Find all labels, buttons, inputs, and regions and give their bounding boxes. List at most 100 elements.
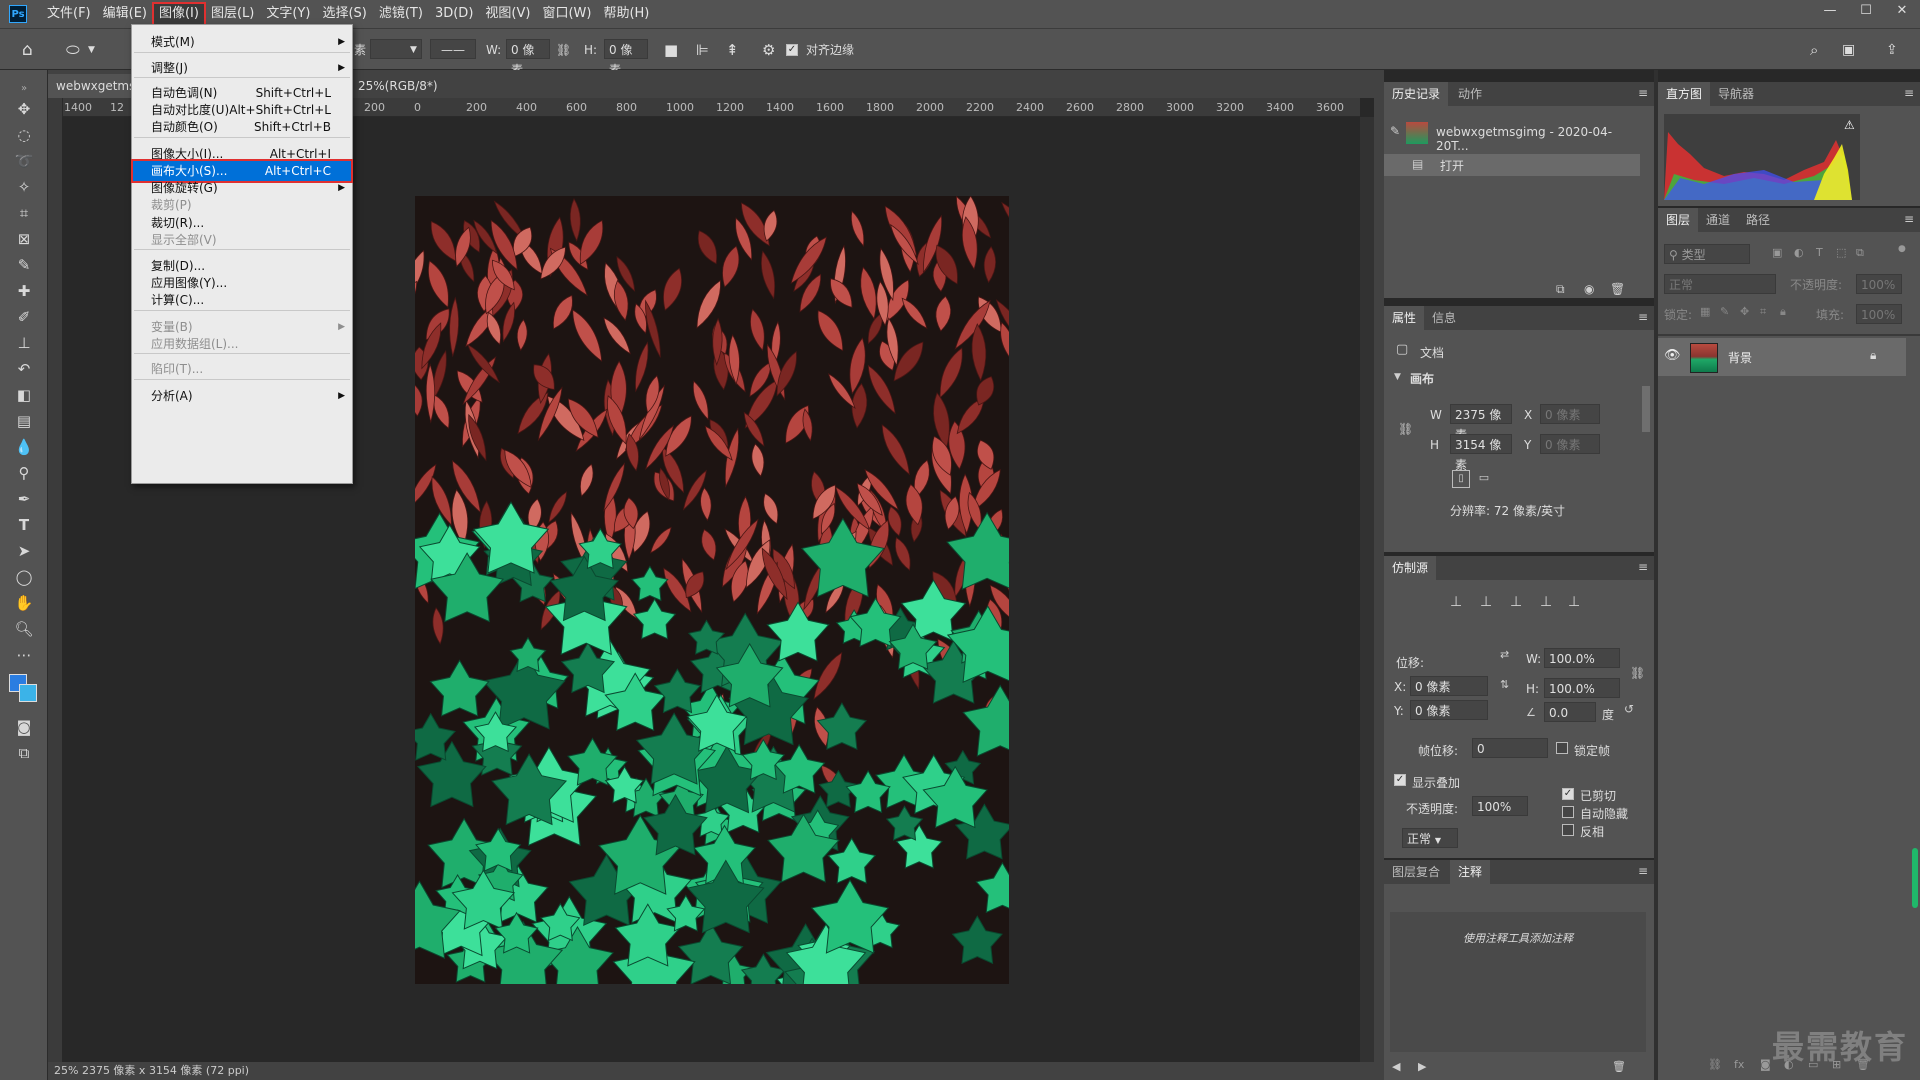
maximize-button[interactable]: ☐ xyxy=(1848,0,1884,22)
clone-width-field[interactable]: 100.0% xyxy=(1544,648,1620,668)
menu-layer[interactable]: 图层(L) xyxy=(205,3,260,25)
clone-height-field[interactable]: 100.0% xyxy=(1544,678,1620,698)
clone-source-1-icon[interactable]: ⊥ xyxy=(1450,594,1462,610)
path-arrangement-icon[interactable]: ⇞ xyxy=(726,39,739,61)
reset-transform-icon[interactable]: ↺ xyxy=(1624,702,1634,716)
lock-frame-checkbox[interactable] xyxy=(1556,742,1568,754)
minimize-button[interactable]: — xyxy=(1812,0,1848,22)
menu-image[interactable]: 图像(I) xyxy=(151,2,206,26)
link-layers-icon[interactable]: ⛓ xyxy=(1708,1058,1722,1071)
layer-filter-select[interactable]: ⚲ 类型 xyxy=(1664,244,1750,264)
clone-angle-field[interactable]: 0.0 xyxy=(1544,702,1596,722)
canvas-scrollbar[interactable] xyxy=(1360,117,1374,1062)
path-selection-tool-icon[interactable]: ➤ xyxy=(11,540,37,562)
history-step-row[interactable]: ▤ 打开 xyxy=(1384,154,1640,176)
menu-help[interactable]: 帮助(H) xyxy=(597,3,655,25)
filter-type-icon[interactable]: T xyxy=(1816,246,1823,259)
layer-row-background[interactable]: 👁︎ 背景 🔒︎ xyxy=(1658,338,1906,376)
next-note-icon[interactable]: ▶ xyxy=(1418,1060,1426,1073)
path-alignment-icon[interactable]: ⊫ xyxy=(696,39,709,61)
screen-mode-icon[interactable]: ⧉ xyxy=(11,742,37,764)
tab-channels[interactable]: 通道 xyxy=(1698,208,1738,232)
ellipse-tool-preset-icon[interactable]: ⬭ xyxy=(66,39,80,61)
zoom-tool-icon[interactable]: 🔍︎ xyxy=(11,618,37,640)
tab-history[interactable]: 历史记录 xyxy=(1384,82,1449,106)
panel-menu-icon[interactable]: ≡ xyxy=(1904,212,1914,226)
overlay-blend-select[interactable]: 正常 ▼ xyxy=(1402,828,1458,848)
link-icon[interactable]: ⛓ xyxy=(1630,666,1645,680)
filter-shape-icon[interactable]: ⬚ xyxy=(1836,246,1846,259)
clone-source-3-icon[interactable]: ⊥ xyxy=(1510,594,1522,610)
pen-tool-icon[interactable]: ✒ xyxy=(11,488,37,510)
link-icon[interactable]: ⛓ xyxy=(1398,422,1413,436)
canvas-height-field[interactable]: 3154 像素 xyxy=(1450,434,1512,472)
panel-menu-icon[interactable]: ≡ xyxy=(1638,560,1648,574)
workspace-icon[interactable]: ▣ xyxy=(1842,39,1855,61)
blur-tool-icon[interactable]: 💧 xyxy=(11,436,37,458)
lock-transparent-icon[interactable]: ▦ xyxy=(1700,305,1710,318)
path-operations-icon[interactable]: ■ xyxy=(664,39,678,61)
menu-window[interactable]: 窗口(W) xyxy=(536,3,597,25)
menu-view[interactable]: 视图(V) xyxy=(479,3,536,25)
hand-tool-icon[interactable]: ✋ xyxy=(11,592,37,614)
tab-notes[interactable]: 注释 xyxy=(1450,860,1491,884)
properties-scrollbar[interactable] xyxy=(1642,386,1650,432)
layer-blend-mode-select[interactable]: 正常 xyxy=(1664,274,1776,294)
magic-wand-tool-icon[interactable]: ✧ xyxy=(11,176,37,198)
image-menu-item-4[interactable]: 自动颜色(O) Shift+Ctrl+B xyxy=(133,117,351,137)
image-menu-item-0[interactable]: 模式(M) ▶ xyxy=(133,32,351,52)
menu-file[interactable]: 文件(F) xyxy=(41,3,97,25)
tab-clone-source[interactable]: 仿制源 xyxy=(1384,556,1437,580)
image-menu-item-1[interactable]: 调整(J) ▶ xyxy=(133,58,351,78)
landscape-orientation-icon[interactable]: ▭ xyxy=(1476,470,1492,486)
canvas-y-field[interactable]: 0 像素 xyxy=(1540,434,1600,454)
cache-warning-icon[interactable]: ⚠ xyxy=(1844,118,1855,132)
search-icon[interactable]: ⌕ xyxy=(1810,39,1818,61)
height-field[interactable]: 0 像素 xyxy=(604,39,648,77)
lock-all-icon[interactable]: 🔒︎ xyxy=(1780,305,1786,319)
crop-tool-icon[interactable]: ⌗ xyxy=(11,202,37,224)
history-snapshot-row[interactable]: ✎ webwxgetmsgimg - 2020-04-20T... xyxy=(1384,116,1640,153)
tab-actions[interactable]: 动作 xyxy=(1450,82,1490,106)
menu-select[interactable]: 选择(S) xyxy=(316,3,372,25)
background-color-swatch[interactable] xyxy=(19,684,37,702)
share-icon[interactable]: ⇪ xyxy=(1886,39,1898,61)
layer-style-icon[interactable]: fx xyxy=(1734,1058,1744,1071)
gradient-tool-icon[interactable]: ▤ xyxy=(11,410,37,432)
portrait-orientation-icon[interactable]: ▯ xyxy=(1452,470,1470,488)
panel-menu-icon[interactable]: ≡ xyxy=(1638,310,1648,324)
trash-icon[interactable]: 🗑︎ xyxy=(1612,1060,1626,1073)
menu-edit[interactable]: 编辑(E) xyxy=(97,3,153,25)
chevron-down-icon[interactable]: ▼ xyxy=(1394,372,1401,382)
panel-menu-icon[interactable]: ≡ xyxy=(1638,864,1648,878)
canvas-width-field[interactable]: 2375 像素 xyxy=(1450,404,1512,442)
menu-3d[interactable]: 3D(D) xyxy=(429,3,479,25)
canvas-x-field[interactable]: 0 像素 xyxy=(1540,404,1600,424)
tab-histogram[interactable]: 直方图 xyxy=(1658,82,1711,106)
clipped-checkbox[interactable]: ✓ xyxy=(1562,788,1574,800)
ellipse-tool-icon[interactable]: ◯ xyxy=(11,566,37,588)
flip-vertical-icon[interactable]: ⇅ xyxy=(1500,678,1509,691)
chevron-down-icon[interactable]: ▼ xyxy=(88,39,95,61)
stroke-type-select[interactable]: —— xyxy=(430,39,476,59)
overlay-opacity-field[interactable]: 100% xyxy=(1472,796,1528,816)
width-field[interactable]: 0 像素 xyxy=(506,39,550,77)
menu-filter[interactable]: 滤镜(T) xyxy=(373,3,429,25)
add-mask-icon[interactable]: ◙ xyxy=(1760,1058,1771,1071)
filter-smart-object-icon[interactable]: ⧉ xyxy=(1856,246,1864,260)
gear-icon[interactable]: ⚙ xyxy=(762,39,775,61)
scroll-indicator[interactable] xyxy=(1912,848,1918,908)
tab-layer-comps[interactable]: 图层复合 xyxy=(1384,860,1448,884)
document-tab-2-label[interactable]: 25%(RGB/8*) × xyxy=(350,74,448,117)
new-document-icon[interactable]: ⧉ xyxy=(1556,282,1565,297)
frame-offset-field[interactable]: 0 xyxy=(1472,738,1548,758)
panel-menu-icon[interactable]: ≡ xyxy=(1904,86,1914,100)
eraser-tool-icon[interactable]: ◧ xyxy=(11,384,37,406)
previous-note-icon[interactable]: ◀ xyxy=(1392,1060,1400,1073)
more-tools-icon[interactable]: ⋯ xyxy=(11,644,37,666)
panel-menu-icon[interactable]: ≡ xyxy=(1638,86,1648,100)
show-overlay-checkbox[interactable]: ✓ xyxy=(1394,774,1406,786)
clone-x-field[interactable]: 0 像素 xyxy=(1410,676,1488,696)
auto-hide-checkbox[interactable] xyxy=(1562,806,1574,818)
flip-horizontal-icon[interactable]: ⇄ xyxy=(1500,648,1509,661)
